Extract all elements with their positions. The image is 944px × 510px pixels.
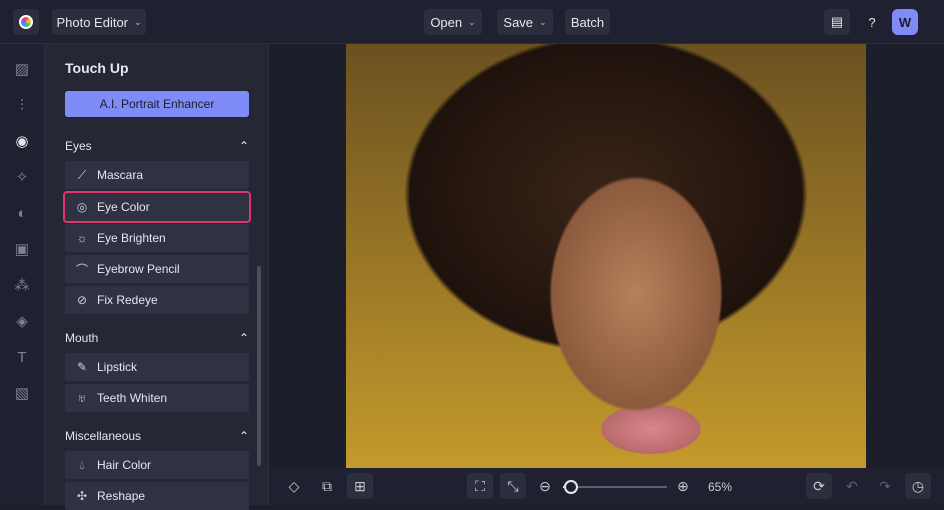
item-label: Eye Brighten (97, 231, 166, 245)
item-label: Reshape (97, 489, 146, 503)
section-miscellaneous[interactable]: Miscellaneous ⌃ (65, 429, 249, 443)
fit-screen-icon[interactable]: ⛶ (467, 473, 493, 499)
item-label: Lipstick (97, 360, 138, 374)
section-eyes[interactable]: Eyes ⌃ (65, 139, 249, 153)
app-logo[interactable] (13, 9, 39, 35)
item-reshape[interactable]: ✣ Reshape (65, 482, 249, 510)
zoom-level: 65% (708, 480, 733, 494)
adjust-icon[interactable]: ⫶ (12, 96, 32, 116)
open-label: Open (430, 14, 463, 30)
chevron-down-icon: ⌄ (539, 16, 547, 27)
chevron-up-icon: ⌃ (238, 429, 249, 443)
save-button[interactable]: Save ⌄ (497, 9, 553, 35)
chevron-down-icon: ⌄ (134, 16, 142, 27)
compare-icon[interactable]: ⧉ (314, 473, 340, 499)
batch-button[interactable]: Batch (565, 9, 610, 35)
reshape-icon: ✣ (76, 489, 88, 503)
redeye-icon: ⊘ (76, 293, 88, 307)
zoom-in-icon[interactable]: ⊕ (670, 473, 696, 499)
frame-icon[interactable]: ▣ (12, 240, 32, 260)
chevron-up-icon: ⌃ (238, 331, 249, 345)
tooth-icon: ♅ (77, 391, 87, 405)
chevron-up-icon: ⌃ (238, 139, 249, 153)
tool-rail: ▨ ⫶ ◉ ✧ ◐ ▣ ⁂ ◈ T ▧ (0, 44, 45, 505)
item-label: Eye Color (97, 200, 150, 214)
image-icon[interactable]: ▨ (12, 60, 32, 80)
top-bar: Photo Editor ⌄ Open ⌄ Save ⌄ Batch ▤ ? W (0, 0, 944, 44)
rotate-icon[interactable]: ⟳ (806, 473, 832, 499)
panel-scrollbar[interactable] (257, 266, 261, 466)
lipstick-icon: ✎ (76, 360, 88, 374)
item-label: Fix Redeye (97, 293, 158, 307)
overlay-icon[interactable]: ▧ (12, 384, 32, 404)
effects-icon[interactable]: ✧ (12, 168, 32, 188)
item-mascara[interactable]: ⟋ Mascara (65, 161, 249, 189)
open-button[interactable]: Open ⌄ (424, 9, 482, 35)
redo-icon[interactable]: ↷ (872, 473, 898, 499)
text-icon[interactable]: T (12, 348, 32, 368)
item-label: Mascara (97, 168, 144, 182)
item-label: Hair Color (97, 458, 152, 472)
history-icon[interactable]: ◷ (905, 473, 931, 499)
touch-up-panel: Touch Up A.I. Portrait Enhancer Eyes ⌃ ⟋ M… (45, 44, 269, 510)
save-label: Save (503, 14, 534, 30)
mascara-icon: ⟋ (77, 167, 87, 182)
ai-portrait-enhancer-button[interactable]: A.I. Portrait Enhancer (65, 91, 249, 117)
canvas-area (270, 44, 944, 468)
sun-icon: ☼ (76, 231, 88, 245)
item-teeth-whiten[interactable]: ♅ Teeth Whiten (65, 384, 249, 412)
item-eye-brighten[interactable]: ☼ Eye Brighten (65, 224, 249, 252)
palette-icon[interactable]: ◐ (12, 204, 32, 224)
help-icon[interactable]: ? (859, 9, 885, 35)
grid-icon[interactable]: ⊞ (347, 473, 373, 499)
zoom-out-icon[interactable]: ⊖ (532, 473, 558, 499)
bottom-toolbar: ◇ ⧉ ⊞ ⛶ ⤡ ⊖ ⊕ 65% ⟳ ↶ ↷ ◷ (270, 468, 944, 505)
section-mouth[interactable]: Mouth ⌃ (65, 331, 249, 345)
chevron-down-icon: ⌄ (468, 16, 476, 27)
zoom-slider[interactable] (563, 480, 667, 494)
texture-icon[interactable]: ◈ (12, 312, 32, 332)
app-menu-label: Photo Editor (56, 14, 128, 30)
feedback-icon[interactable]: ▤ (824, 9, 850, 35)
zoom-slider-handle[interactable] (564, 480, 579, 494)
undo-icon[interactable]: ↶ (839, 473, 865, 499)
item-label: Eyebrow Pencil (97, 262, 180, 276)
panel-title: Touch Up (65, 60, 129, 76)
item-fix-redeye[interactable]: ⊘ Fix Redeye (65, 286, 249, 314)
section-label: Miscellaneous (65, 429, 142, 443)
layers-icon[interactable]: ◇ (281, 473, 307, 499)
portrait-photo[interactable] (346, 44, 866, 468)
shrink-icon[interactable]: ⤡ (500, 473, 526, 499)
graphics-icon[interactable]: ⁂ (12, 276, 32, 296)
avatar[interactable]: W (892, 9, 918, 35)
item-hair-color[interactable]: 💧︎ Hair Color (65, 451, 249, 479)
section-label: Mouth (65, 331, 99, 345)
item-eyebrow-pencil[interactable]: ⌒ Eyebrow Pencil (65, 255, 249, 283)
eye-icon: ◎ (76, 200, 88, 214)
section-label: Eyes (65, 139, 92, 153)
batch-label: Batch (570, 14, 605, 30)
drop-icon: 💧︎ (79, 457, 85, 472)
item-eye-color[interactable]: ◎ Eye Color (63, 191, 251, 223)
item-label: Teeth Whiten (97, 391, 168, 405)
eyebrow-icon: ⌒ (75, 262, 88, 277)
eye-icon[interactable]: ◉ (12, 132, 32, 152)
photo-editor-menu[interactable]: Photo Editor ⌄ (52, 9, 146, 35)
item-lipstick[interactable]: ✎ Lipstick (65, 353, 249, 381)
